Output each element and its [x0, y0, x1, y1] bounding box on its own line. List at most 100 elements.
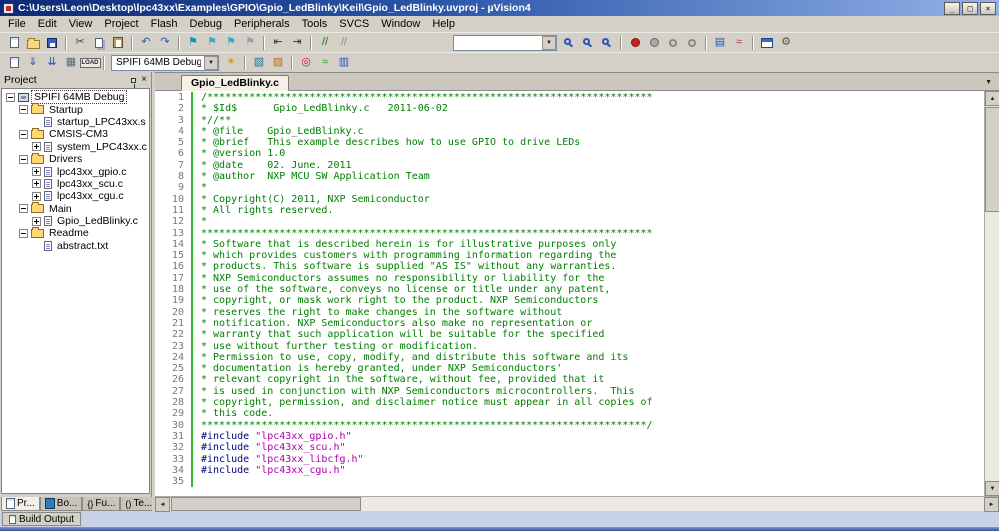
vertical-scrollbar-thumb[interactable]	[985, 107, 999, 212]
tree-item-drivers[interactable]: Drivers	[2, 152, 149, 165]
tree-item-lpc43xx_gpio.c[interactable]: lpc43xx_gpio.c	[2, 165, 149, 178]
collapse-minus-icon[interactable]	[19, 228, 28, 238]
horizontal-scrollbar-thumb[interactable]	[171, 497, 361, 511]
menu-tools[interactable]: Tools	[296, 17, 334, 31]
target-select-combo[interactable]: SPIFI 64MB Debug ▼	[111, 54, 219, 71]
cut-button[interactable]: ✂	[71, 34, 89, 51]
expand-plus-icon[interactable]	[32, 216, 41, 226]
new-file-button[interactable]	[5, 34, 23, 51]
panel-tab-project[interactable]: Pr...	[1, 497, 40, 511]
find-in-files-button[interactable]	[560, 34, 578, 51]
system-viewer-button[interactable]: ▥	[335, 54, 353, 71]
scroll-up-icon[interactable]: ▲	[985, 91, 999, 106]
analysis-window-button[interactable]: ≈	[730, 34, 748, 51]
download-flash-button[interactable]: LOAD	[79, 54, 101, 71]
undo-button[interactable]: ↶	[137, 34, 155, 51]
menu-edit[interactable]: Edit	[32, 17, 63, 31]
find-text-combo[interactable]: ▼	[453, 34, 557, 51]
vertical-scrollbar[interactable]: ▲ ▼	[984, 91, 999, 496]
menu-window[interactable]: Window	[375, 17, 426, 31]
horizontal-scrollbar[interactable]: ◄ ►	[155, 496, 999, 512]
indent-right-button[interactable]: ⇥	[288, 34, 306, 51]
maximize-button[interactable]: □	[962, 1, 978, 15]
tree-item-startup_lpc43xx.s[interactable]: startup_LPC43xx.s	[2, 116, 149, 128]
batch-build-button[interactable]: ▦	[62, 54, 80, 71]
incremental-find-button[interactable]	[598, 34, 616, 51]
expand-plus-icon[interactable]	[32, 142, 41, 152]
configure-button[interactable]: ⚙	[777, 34, 795, 51]
copy-button[interactable]	[90, 34, 108, 51]
paste-button[interactable]	[109, 34, 127, 51]
manage-workspace-button[interactable]: ▧	[250, 54, 268, 71]
collapse-minus-icon[interactable]	[19, 105, 28, 115]
breakpoint-kill-all-button[interactable]	[683, 34, 701, 51]
menu-project[interactable]: Project	[98, 17, 144, 31]
line-text: * @brief This example describes how to u…	[191, 137, 580, 149]
menu-flash[interactable]: Flash	[145, 17, 184, 31]
tree-item-readme[interactable]: Readme	[2, 226, 149, 239]
indent-left-button[interactable]: ⇤	[269, 34, 287, 51]
scroll-down-icon[interactable]: ▼	[985, 481, 999, 496]
scroll-right-icon[interactable]: ►	[984, 497, 999, 512]
tree-item-system_lpc43xx.c[interactable]: system_LPC43xx.c	[2, 141, 149, 153]
expand-plus-icon[interactable]	[32, 191, 41, 201]
title-bar[interactable]: C:\Users\Leon\Desktop\lpc43xx\Examples\G…	[0, 0, 999, 16]
expand-plus-icon[interactable]	[32, 179, 41, 189]
find-button[interactable]	[579, 34, 597, 51]
logic-analyzer-button[interactable]: ≈	[316, 54, 334, 71]
collapse-minus-icon[interactable]	[19, 129, 28, 139]
translate-file-button[interactable]	[5, 54, 23, 71]
tree-item-cmsis-cm3[interactable]: CMSIS-CM3	[2, 127, 149, 140]
collapse-minus-icon[interactable]	[19, 204, 28, 214]
tree-item-spifi-64mb-debug[interactable]: SPIFI 64MB Debug	[2, 90, 149, 105]
expand-plus-icon[interactable]	[32, 167, 41, 177]
collapse-minus-icon[interactable]	[6, 92, 15, 102]
scroll-left-icon[interactable]: ◄	[155, 497, 170, 512]
breakpoint-disable-button[interactable]	[645, 34, 663, 51]
comment-button[interactable]: //	[316, 34, 334, 51]
menu-peripherals[interactable]: Peripherals	[228, 17, 296, 31]
menu-debug[interactable]: Debug	[184, 17, 228, 31]
redo-button[interactable]: ↷	[156, 34, 174, 51]
save-button[interactable]	[43, 34, 61, 51]
menu-help[interactable]: Help	[426, 17, 461, 31]
bookmark-clear-button[interactable]: ⚑	[241, 34, 259, 51]
code-line: 3 *//**	[155, 114, 984, 126]
manage-components-button[interactable]: ▨	[269, 54, 287, 71]
menu-view[interactable]: View	[63, 17, 99, 31]
close-panel-icon[interactable]: ×	[141, 75, 147, 85]
editor-tab-gpio-ledblinky[interactable]: Gpio_LedBlinky.c	[181, 75, 289, 91]
options-for-target-button[interactable]: ✶	[222, 54, 240, 71]
tab-list-dropdown-icon[interactable]: ▼	[985, 79, 999, 90]
rebuild-all-button[interactable]: ⇊	[43, 54, 61, 71]
menu-svcs[interactable]: SVCS	[333, 17, 375, 31]
bookmark-previous-button[interactable]: ⚑	[203, 34, 221, 51]
breakpoint-disable-all-button[interactable]	[664, 34, 682, 51]
dropdown-arrow-icon[interactable]: ▼	[542, 35, 556, 50]
panel-tab-functions[interactable]: {} Fu...	[82, 497, 121, 511]
bookmark-next-button[interactable]: ⚑	[222, 34, 240, 51]
menu-file[interactable]: File	[2, 17, 32, 31]
build-button[interactable]: ⇓	[24, 54, 42, 71]
dropdown-arrow-icon[interactable]: ▼	[204, 55, 218, 70]
bookmark-toggle-button[interactable]: ⚑	[184, 34, 202, 51]
pin-icon[interactable]	[131, 77, 137, 88]
collapse-minus-icon[interactable]	[19, 154, 28, 164]
serial-window-button[interactable]: ▤	[711, 34, 729, 51]
code-editor[interactable]: 1 /**************************************…	[155, 91, 984, 496]
window-layout-button[interactable]	[758, 34, 776, 51]
tree-item-lpc43xx_cgu.c[interactable]: lpc43xx_cgu.c	[2, 190, 149, 202]
minimize-button[interactable]: _	[944, 1, 960, 15]
open-file-button[interactable]	[24, 34, 42, 51]
tree-item-gpio_ledblinky.c[interactable]: Gpio_LedBlinky.c	[2, 215, 149, 227]
close-button[interactable]: ×	[980, 1, 996, 15]
breakpoint-toggle-button[interactable]	[626, 34, 644, 51]
tree-item-abstract.txt[interactable]: abstract.txt	[2, 240, 149, 252]
tree-item-startup[interactable]: Startup	[2, 103, 149, 116]
build-output-tab[interactable]: Build Output	[2, 512, 82, 526]
tree-item-main[interactable]: Main	[2, 202, 149, 215]
panel-tab-books[interactable]: Bo...	[39, 497, 83, 511]
debug-session-button[interactable]: ◎	[297, 54, 315, 71]
uncomment-button[interactable]: //	[335, 34, 353, 51]
tree-item-lpc43xx_scu.c[interactable]: lpc43xx_scu.c	[2, 178, 149, 190]
